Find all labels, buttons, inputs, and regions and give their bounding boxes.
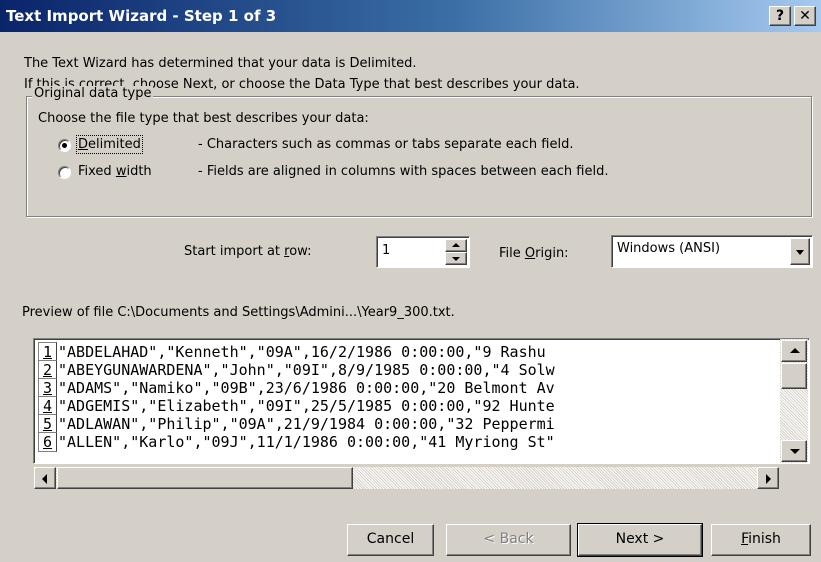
preview-box[interactable]: 1 "ABDELAHAD","Kenneth","09A",16/2/1986 0… — [33, 338, 810, 464]
delimited-label-accel: D — [78, 137, 89, 152]
preview-line: 5 "ADLAWAN","Philip","09A",21/9/1984 0:00… — [38, 414, 779, 434]
preview-label: Preview of file C:\Documents and Setting… — [22, 305, 455, 320]
file-origin-label-accel: O — [524, 246, 536, 261]
line-number: 1 — [38, 342, 57, 362]
preview-line: 3 "ADAMS","Namiko","09B",23/6/1986 0:00:0… — [38, 378, 779, 398]
preview-line: 6 "ALLEN","Karlo","09J",11/1/1986 0:00:00… — [38, 432, 779, 452]
arrow-down-icon — [452, 257, 460, 261]
line-number: 6 — [38, 432, 57, 452]
arrow-down-icon — [790, 449, 800, 454]
start-row-spinner[interactable]: 1 — [376, 236, 470, 268]
file-origin-dropdown-button[interactable] — [790, 238, 810, 265]
help-icon[interactable]: ? — [769, 6, 791, 26]
file-origin-value: Windows (ANSI) — [617, 241, 721, 256]
delimited-radio[interactable] — [58, 139, 71, 152]
scroll-right-button[interactable] — [757, 467, 779, 489]
spin-up-button[interactable] — [445, 239, 467, 252]
file-type-prompt: Choose the file type that best describes… — [38, 111, 369, 126]
line-number: 5 — [38, 414, 57, 434]
preview-text: 1 "ABDELAHAD","Kenneth","09A",16/2/1986 0… — [38, 342, 779, 463]
fixed-width-label-accel: w — [115, 164, 127, 179]
spin-down-button[interactable] — [445, 252, 467, 265]
line-text: "ADGEMIS","Elizabeth","09I",25/5/1985 0:… — [58, 397, 555, 415]
preview-line: 1 "ABDELAHAD","Kenneth","09A",16/2/1986 0… — [38, 342, 779, 362]
arrow-up-icon — [452, 243, 460, 247]
arrow-right-icon — [766, 474, 771, 484]
fixed-width-description: - Fields are aligned in columns with spa… — [198, 164, 609, 179]
line-text: "ALLEN","Karlo","09J",11/1/1986 0:00:00,… — [58, 433, 555, 451]
file-origin-label-rest: rigin: — [535, 246, 569, 261]
chevron-down-icon — [796, 250, 804, 255]
arrow-left-icon — [42, 474, 47, 484]
scroll-up-button[interactable] — [781, 340, 807, 362]
start-row-label-rest: ow: — [289, 244, 312, 259]
line-number: 2 — [38, 360, 57, 380]
preview-line: 2 "ABEYGUNAWARDENA","John","09I",8/9/1985… — [38, 360, 779, 380]
finish-label-rest: inish — [748, 531, 781, 547]
arrow-up-icon — [790, 348, 800, 353]
horizontal-scrollbar[interactable] — [33, 466, 780, 490]
vertical-scrollbar[interactable] — [780, 339, 808, 463]
file-origin-label-prefix: File — [499, 246, 525, 261]
preview-line: 4 "ADGEMIS","Elizabeth","09I",25/5/1985 0… — [38, 396, 779, 416]
horizontal-scroll-thumb[interactable] — [57, 467, 353, 489]
file-origin-select[interactable]: Windows (ANSI) — [611, 235, 813, 268]
cancel-button[interactable]: Cancel — [347, 524, 434, 556]
line-number: 4 — [38, 396, 57, 416]
line-text: "ADAMS","Namiko","09B",23/6/1986 0:00:00… — [58, 379, 555, 397]
back-button[interactable]: < Back — [446, 524, 571, 556]
delimited-description: - Characters such as commas or tabs sepa… — [198, 137, 574, 152]
line-text: "ABEYGUNAWARDENA","John","09I",8/9/1985 … — [58, 361, 555, 379]
title-bar: Text Import Wizard - Step 1 of 3 — [0, 0, 821, 32]
window-title: Text Import Wizard - Step 1 of 3 — [6, 7, 277, 25]
delimited-label-rest: elimited — [88, 137, 141, 152]
line-text: "ABDELAHAD","Kenneth","09A",16/2/1986 0:… — [58, 343, 546, 361]
fixed-width-radio[interactable] — [58, 166, 71, 179]
vertical-scroll-thumb[interactable] — [781, 363, 807, 389]
group-label: Original data type — [32, 86, 154, 101]
scroll-down-button[interactable] — [781, 440, 807, 462]
finish-button[interactable]: Finish — [711, 524, 811, 556]
start-row-label-prefix: Start import at — [184, 244, 285, 259]
intro-line-1: The Text Wizard has determined that your… — [24, 56, 417, 71]
delimited-label[interactable]: Delimited — [76, 135, 143, 154]
start-row-input[interactable]: 1 — [382, 243, 390, 258]
fixed-width-label[interactable]: Fixed width — [78, 164, 152, 179]
scroll-left-button[interactable] — [34, 467, 56, 489]
start-row-label: Start import at row: — [184, 244, 311, 259]
fixed-width-label-rest: idth — [126, 164, 152, 179]
next-button[interactable]: Next > — [577, 523, 703, 557]
fixed-width-label-prefix: Fixed — [78, 164, 116, 179]
close-icon[interactable]: ✕ — [794, 6, 816, 26]
line-number: 3 — [38, 378, 57, 398]
line-text: "ADLAWAN","Philip","09A",21/9/1984 0:00:… — [58, 415, 555, 433]
file-origin-label: File Origin: — [499, 246, 569, 261]
